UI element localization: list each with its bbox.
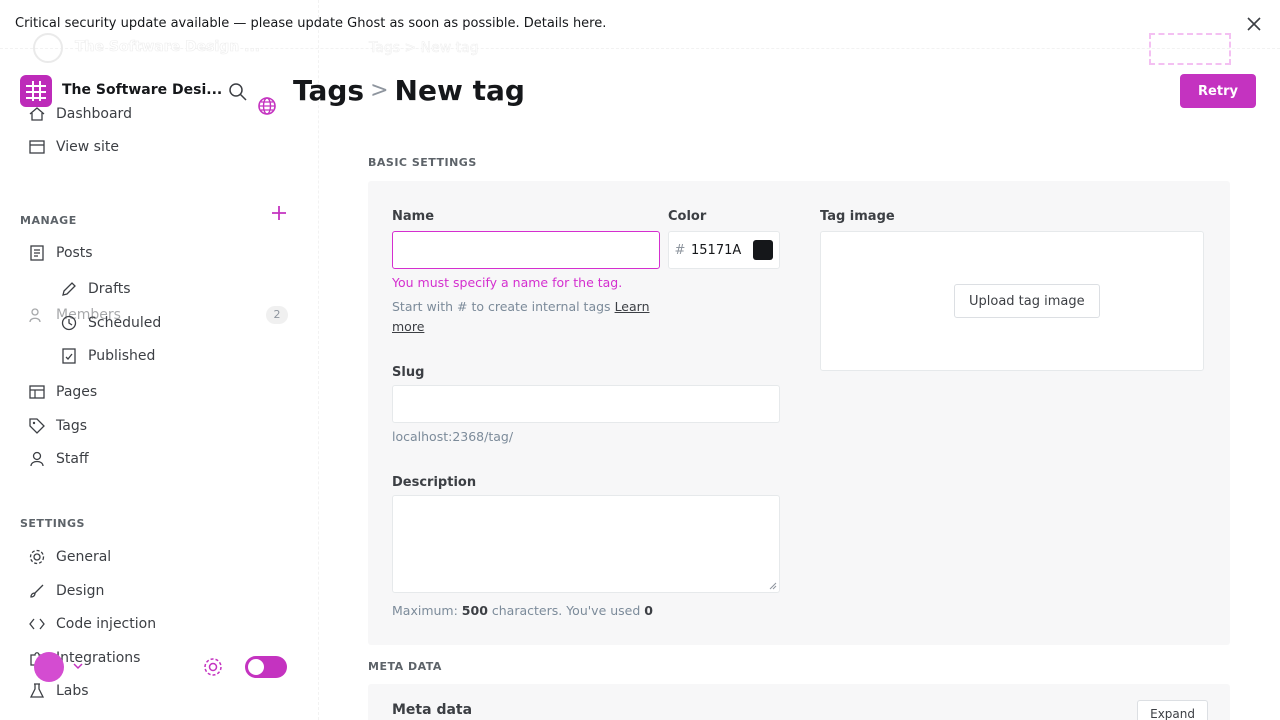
sidebar-item-members[interactable]: Members [28,302,121,328]
sidebar-item-label: General [56,549,112,565]
sidebar-item-view-site[interactable]: View site [28,134,119,160]
sidebar-footer [20,646,300,686]
sidebar-item-drafts[interactable]: Drafts [60,276,131,302]
hash-icon: # [674,242,686,258]
sidebar-item-label: Tags [56,418,87,434]
resize-grip-icon[interactable] [769,582,777,590]
sidebar-item-label: Staff [56,451,89,467]
meta-data-label: META DATA [368,660,442,673]
expand-button[interactable]: Expand [1137,700,1208,720]
section-label-manage: MANAGE [20,214,77,227]
published-icon [62,348,76,364]
meta-data-title: Meta data [392,702,473,718]
description-used: 0 [644,603,653,618]
breadcrumb-current: New tag [394,74,525,107]
sidebar-item-tags[interactable]: Tags [28,413,87,439]
color-swatch[interactable] [753,240,773,260]
sidebar-item-label: View site [56,139,119,155]
night-mode-toggle[interactable] [245,656,287,678]
sidebar: The Software Desi... Dashboard View site… [0,48,320,720]
description-max: 500 [461,603,488,618]
members-count-badge: 2 [266,306,288,324]
sidebar-item-label: Members [56,307,121,323]
basic-settings-card: Name You must specify a name for the tag… [368,181,1230,645]
sidebar-item-label: Pages [56,384,98,400]
color-value: 15171A [691,242,742,258]
browser-icon [29,140,45,154]
retry-button[interactable]: Retry [1180,74,1256,108]
posts-icon [30,245,44,261]
staff-icon [30,451,44,467]
avatar[interactable] [34,652,64,682]
tag-image-dropzone[interactable]: Upload tag image [820,231,1204,371]
sidebar-item-label: Posts [56,245,93,261]
update-banner: Critical security update available — ple… [0,0,1280,48]
name-hint: Start with # to create internal tags Lea… [392,297,660,337]
brush-icon [30,584,44,598]
section-label-settings: SETTINGS [20,517,85,530]
sidebar-item-dashboard[interactable]: Dashboard [28,101,132,127]
color-field[interactable]: # 15171A [668,231,780,269]
pages-icon [29,385,45,399]
new-post-plus-icon[interactable] [268,202,290,224]
color-label: Color [668,209,707,224]
description-hint-prefix: Maximum: [392,603,458,618]
sidebar-item-code-injection[interactable]: Code injection [28,611,156,637]
sidebar-item-posts[interactable]: Posts [28,240,93,266]
home-icon [29,107,45,121]
tag-icon [29,418,45,434]
brand-name[interactable]: The Software Desi... [62,82,222,98]
main-content: Tags > New tag Retry BASIC SETTINGS Name… [293,48,1280,720]
breadcrumb-parent[interactable]: Tags [293,74,364,107]
update-banner-text[interactable]: Critical security update available — ple… [15,16,606,31]
pencil-icon [62,282,76,296]
name-input[interactable] [392,231,660,269]
name-error-text: You must specify a name for the tag. [392,275,623,290]
sidebar-item-published[interactable]: Published [60,343,155,369]
sidebar-item-staff[interactable]: Staff [28,446,89,472]
sidebar-item-label: Dashboard [56,106,132,122]
settings-gear-icon[interactable] [202,656,224,678]
upload-tag-image-button[interactable]: Upload tag image [954,284,1100,318]
close-icon[interactable] [1244,14,1264,34]
sidebar-item-general[interactable]: General [28,544,111,570]
slug-url-preview: localhost:2368/tag/ [392,429,514,444]
description-hint-mid: characters. You've used [491,603,641,618]
slug-input[interactable] [392,385,780,423]
meta-data-card: Meta data Expand [368,684,1230,720]
name-label: Name [392,209,435,224]
sidebar-item-pages[interactable]: Pages [28,379,97,405]
sidebar-item-label: Drafts [88,281,131,297]
search-icon[interactable] [227,81,249,103]
tag-image-label: Tag image [820,209,895,224]
page-title: Tags > New tag [293,74,525,107]
globe-icon[interactable] [256,95,278,117]
members-icon [29,308,41,323]
slug-label: Slug [392,365,425,380]
basic-settings-label: BASIC SETTINGS [368,156,477,169]
breadcrumb-separator: > [370,78,389,103]
description-label: Description [392,475,477,490]
description-hint: Maximum: 500 characters. You've used 0 [392,601,653,621]
code-icon [29,618,45,630]
gear-icon [29,549,45,565]
chevron-down-icon[interactable] [72,660,84,672]
sidebar-item-label: Published [88,348,156,364]
name-hint-text: Start with # to create internal tags [392,299,611,314]
sidebar-item-design[interactable]: Design [28,578,104,604]
description-textarea[interactable] [392,495,780,593]
sidebar-item-label: Code injection [56,616,157,632]
sidebar-item-label: Design [56,583,105,599]
